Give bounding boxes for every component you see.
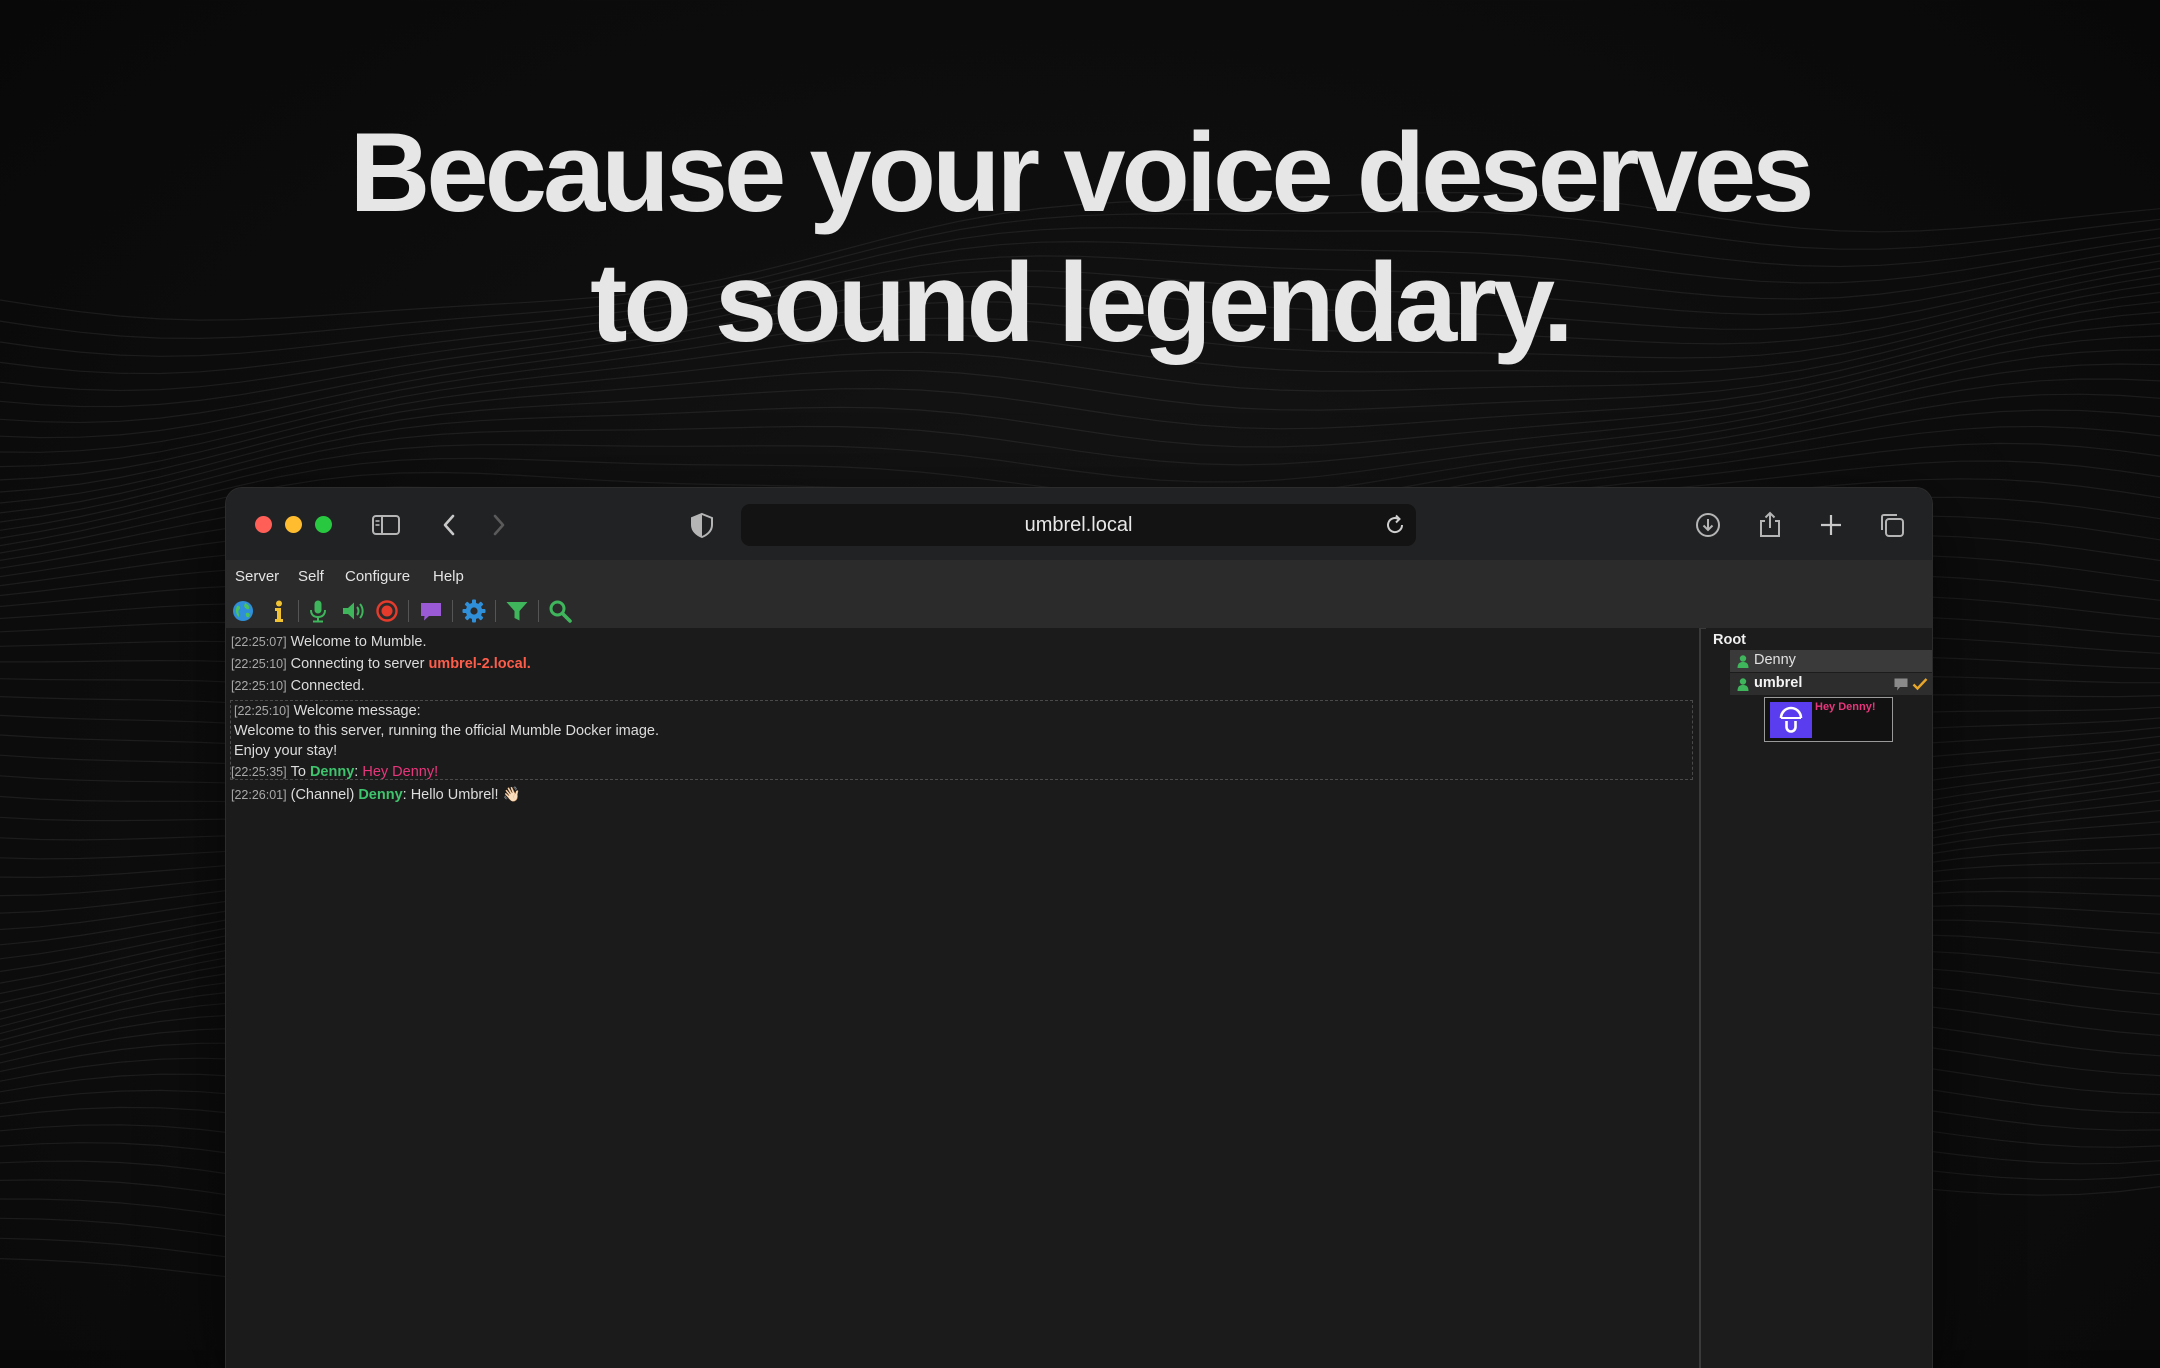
menu-server[interactable]: Server: [235, 568, 279, 585]
log-text: :: [402, 787, 411, 803]
tooltip-comment-text: Hey Denny!: [1815, 701, 1876, 713]
menu-help[interactable]: Help: [433, 568, 464, 585]
channel-message-text: Hello Umbrel! 👋🏻: [410, 787, 521, 803]
private-message-text: Hey Denny!: [362, 764, 439, 780]
user-name: umbrel: [1754, 675, 1803, 691]
welcome-header: [22:25:10] Welcome message:: [234, 703, 421, 719]
hero-line-2: to sound legendary.: [590, 240, 1574, 365]
close-window-button[interactable]: [255, 516, 272, 533]
timestamp: [22:25:07]: [231, 635, 287, 649]
filter-icon[interactable]: [505, 599, 529, 623]
tree-user-denny[interactable]: Denny: [1730, 650, 1932, 672]
welcome-title: Welcome message:: [293, 703, 421, 719]
welcome-body-line: Welcome to this server, running the offi…: [234, 723, 659, 739]
record-icon[interactable]: [375, 599, 399, 623]
toolbar-separator: [408, 600, 409, 622]
comment-icon: [1894, 678, 1908, 691]
user-name: Denny: [1754, 652, 1796, 668]
welcome-message-box: [22:25:10] Welcome message: Welcome to th…: [230, 700, 1693, 780]
forward-icon[interactable]: [483, 510, 513, 540]
menu-configure[interactable]: Configure: [345, 568, 410, 585]
user-tooltip: Hey Denny!: [1764, 697, 1893, 742]
log-line: [22:25:10] Connecting to server umbrel-2.…: [231, 656, 531, 672]
settings-gear-icon[interactable]: [462, 599, 486, 623]
info-icon[interactable]: [267, 599, 291, 623]
toolbar-separator: [298, 600, 299, 622]
search-icon[interactable]: [548, 599, 572, 623]
log-line: [22:25:35] To Denny: Hey Denny!: [231, 764, 438, 780]
url-text: umbrel.local: [1024, 514, 1133, 536]
speaker-icon[interactable]: [341, 599, 365, 623]
reload-icon[interactable]: [1382, 512, 1408, 538]
browser-window: umbrel.local Server Self Configure Help …: [226, 488, 1932, 1368]
umbrel-logo-icon: [1779, 706, 1803, 733]
back-icon[interactable]: [435, 510, 465, 540]
menu-self[interactable]: Self: [298, 568, 324, 585]
share-icon[interactable]: [1755, 510, 1785, 540]
user-link[interactable]: Denny: [310, 764, 354, 780]
user-icon: [1737, 655, 1749, 668]
log-line: [22:25:10] Connected.: [231, 678, 365, 694]
timestamp: [22:26:01]: [231, 788, 287, 802]
tree-user-umbrel[interactable]: umbrel: [1730, 673, 1932, 695]
log-text: .: [526, 656, 531, 672]
address-bar[interactable]: umbrel.local: [741, 504, 1416, 546]
mumble-menubar: Server Self Configure Help: [226, 560, 1932, 592]
root-channel[interactable]: Root: [1713, 632, 1746, 648]
browser-titlebar: umbrel.local: [226, 488, 1932, 560]
log-line: [22:26:01] (Channel) Denny: Hello Umbrel!…: [231, 786, 521, 803]
server-link[interactable]: umbrel-2.local: [428, 656, 526, 672]
channel-tree: Root Denny umbrel Hey Denny!: [1706, 628, 1932, 1368]
welcome-body-line: Enjoy your stay!: [234, 743, 338, 759]
timestamp: [22:25:35]: [231, 765, 287, 779]
microphone-icon[interactable]: [306, 599, 330, 623]
connect-globe-icon[interactable]: [231, 599, 255, 623]
log-text: Connecting to server: [290, 656, 429, 672]
log-line: [22:25:07] Welcome to Mumble.: [231, 634, 427, 650]
log-text: To: [290, 764, 310, 780]
timestamp: [22:25:10]: [231, 679, 287, 693]
user-link[interactable]: Denny: [358, 787, 402, 803]
avatar: [1770, 702, 1812, 738]
toolbar-separator: [495, 600, 496, 622]
toolbar-separator: [452, 600, 453, 622]
log-text: Connected.: [290, 678, 365, 694]
chat-log: [22:25:07] Welcome to Mumble. [22:25:10] C…: [226, 628, 1701, 1368]
download-icon[interactable]: [1693, 510, 1723, 540]
comment-icon[interactable]: [419, 599, 443, 623]
mumble-toolbar: [226, 592, 1932, 629]
log-text: (Channel): [290, 787, 359, 803]
hero-line-1: Because your voice deserves: [349, 110, 1815, 235]
timestamp: [22:25:10]: [234, 704, 290, 718]
sidebar-icon[interactable]: [371, 510, 401, 540]
hero-headline: Because your voice deserves to sound leg…: [0, 108, 2160, 368]
log-text: Welcome to Mumble.: [290, 634, 427, 650]
shield-icon[interactable]: [687, 510, 717, 540]
checkmark-icon: [1912, 678, 1928, 691]
user-icon: [1737, 678, 1749, 691]
tab-overview-icon[interactable]: [1877, 510, 1907, 540]
new-tab-icon[interactable]: [1816, 510, 1846, 540]
timestamp: [22:25:10]: [231, 657, 287, 671]
toolbar-separator: [538, 600, 539, 622]
zoom-window-button[interactable]: [315, 516, 332, 533]
minimize-window-button[interactable]: [285, 516, 302, 533]
